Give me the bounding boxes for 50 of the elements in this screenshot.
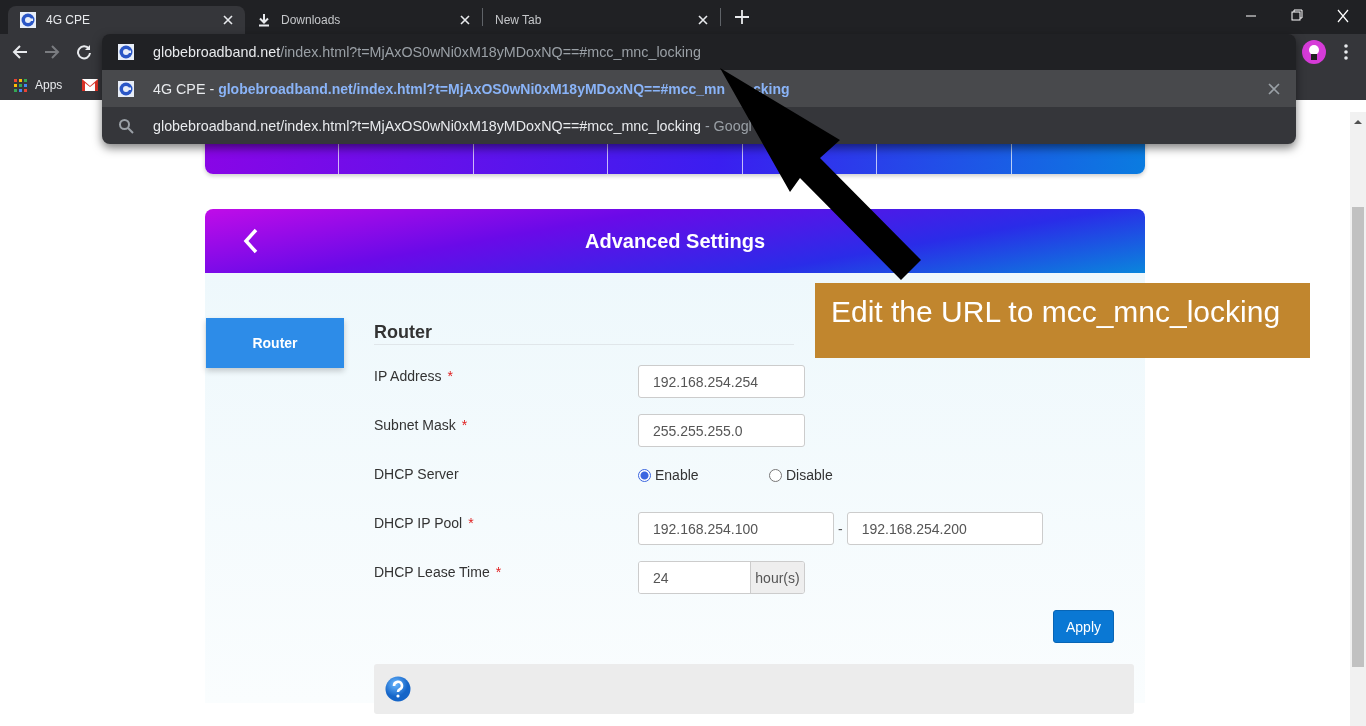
annotation-callout: Edit the URL to mcc_mnc_locking xyxy=(815,283,1310,358)
field-label: DHCP Server xyxy=(374,466,459,482)
download-icon xyxy=(257,13,271,27)
input-field[interactable]: 24 xyxy=(639,562,751,593)
apps-bookmark[interactable]: Apps xyxy=(14,78,63,92)
input-field[interactable]: 192.168.254.254 xyxy=(638,365,805,398)
new-tab-icon[interactable] xyxy=(735,10,749,24)
remove-icon[interactable] xyxy=(1268,82,1280,95)
site-favicon-icon xyxy=(118,80,134,97)
apps-grid-icon xyxy=(14,78,27,92)
close-icon[interactable] xyxy=(460,15,470,25)
back-icon[interactable] xyxy=(12,44,28,60)
forward-icon[interactable] xyxy=(44,44,60,60)
avatar-icon[interactable] xyxy=(1302,40,1326,64)
reload-icon[interactable] xyxy=(76,44,92,60)
search-icon xyxy=(118,117,134,134)
required-mark: * xyxy=(495,564,502,580)
input-field[interactable]: 192.168.254.200 xyxy=(846,512,1043,545)
section-title: Router xyxy=(374,318,794,345)
browser-tab[interactable]: 4G CPE xyxy=(8,6,245,34)
close-icon[interactable] xyxy=(698,15,708,25)
unit-label: hour(s) xyxy=(751,562,804,593)
mail-bookmark[interactable] xyxy=(82,79,99,91)
field-label: Subnet Mask xyxy=(374,417,456,433)
radio-button[interactable] xyxy=(769,468,782,482)
mail-icon xyxy=(82,79,99,91)
site-favicon-icon xyxy=(118,44,134,60)
site-favicon-icon xyxy=(20,12,36,28)
scrollbar[interactable] xyxy=(1350,112,1366,726)
browser-tab[interactable]: Downloads xyxy=(245,6,482,34)
option-label: Disable xyxy=(786,467,833,483)
input-field[interactable]: 192.168.254.100 xyxy=(638,512,834,545)
option-label: Enable xyxy=(655,467,699,483)
range-separator: - xyxy=(837,520,844,537)
required-mark: * xyxy=(468,515,474,531)
suggestion-item[interactable]: globebroadband.net/index.html?t=MjAxOS0wNi0xM18yMDoxNQ==#mcc_mnc_locking - Googl xyxy=(102,107,1296,144)
required-mark: * xyxy=(461,417,468,433)
field-label: IP Address xyxy=(374,368,442,384)
bookmark-label: Apps xyxy=(35,78,63,92)
apply-button[interactable]: Apply xyxy=(1053,610,1114,643)
panel-title: Advanced Settings xyxy=(584,229,765,252)
help-icon[interactable] xyxy=(385,676,411,702)
close-icon[interactable] xyxy=(223,15,233,25)
browser-tab[interactable]: New Tab xyxy=(483,6,720,34)
menu-icon[interactable] xyxy=(1344,44,1348,60)
field-label: DHCP IP Pool xyxy=(374,515,463,531)
field-label: DHCP Lease Time xyxy=(374,564,490,580)
input-field[interactable]: 255.255.255.0 xyxy=(638,414,805,447)
radio-button[interactable] xyxy=(638,468,651,482)
required-mark: * xyxy=(447,368,453,384)
